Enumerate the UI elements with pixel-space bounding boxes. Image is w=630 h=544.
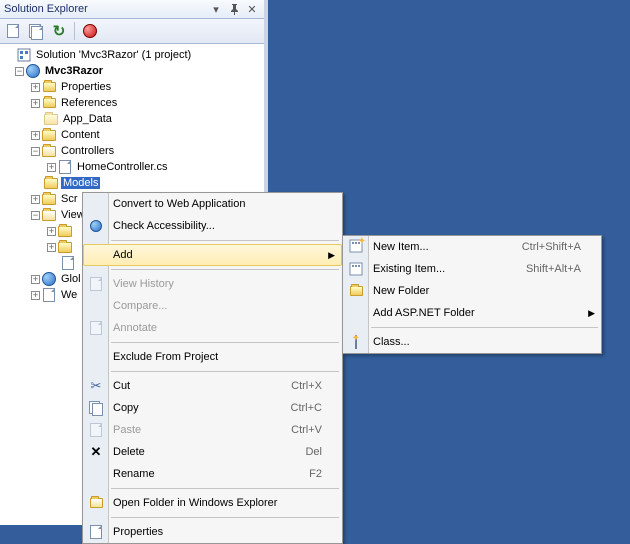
properties-icon [87,523,105,541]
tree-item-selected[interactable]: Models [61,177,100,189]
menu-separator [111,517,339,518]
existing-item-icon [347,260,365,278]
expander-icon[interactable] [3,49,15,61]
close-icon[interactable]: ✕ [244,2,260,16]
properties-icon[interactable] [3,21,23,41]
solution-icon [16,47,32,63]
menu-item-properties[interactable]: Properties [83,521,342,543]
references-icon [41,95,57,111]
menu-item-existing-item[interactable]: Existing Item...Shift+Alt+A [343,258,601,280]
nest-icon[interactable] [80,21,100,41]
menu-item-new-folder[interactable]: New Folder [343,280,601,302]
copy-icon [87,399,105,417]
chevron-right-icon: ▶ [588,308,595,319]
tree-item-label[interactable]: We [59,289,79,301]
panel-title: Solution Explorer [4,3,206,15]
tree-item-label[interactable]: App_Data [61,113,114,125]
tree-item-label[interactable]: Content [59,129,102,141]
menu-item-new-item[interactable]: ✦New Item...Ctrl+Shift+A [343,236,601,258]
chevron-right-icon: ▶ [328,250,335,261]
menu-separator [111,269,339,270]
folder-icon [43,175,59,191]
folder-icon [57,223,73,239]
menu-item-exclude[interactable]: Exclude From Project [83,346,342,368]
folder-icon [41,191,57,207]
menu-separator [371,327,598,328]
menu-item-convert[interactable]: Convert to Web Application [83,193,342,215]
menu-item-asp-folder[interactable]: Add ASP.NET Folder▶ [343,302,601,324]
config-file-icon [60,255,76,271]
folder-open-icon [87,494,105,512]
folder-open-icon [41,143,57,159]
tree-item-label[interactable]: Properties [59,81,113,93]
delete-icon: ✕ [87,443,105,461]
class-icon: ✦ [347,333,365,351]
tree-item-label[interactable]: Glol [59,273,83,285]
project-icon [25,63,41,79]
menu-item-delete[interactable]: ✕DeleteDel [83,441,342,463]
menu-separator [111,488,339,489]
expander-icon[interactable]: + [47,227,56,236]
tree-item-label[interactable]: References [59,97,119,109]
menu-separator [111,240,339,241]
menu-item-copy[interactable]: CopyCtrl+C [83,397,342,419]
project-label[interactable]: Mvc3Razor [43,65,105,77]
tree-item-label[interactable]: Controllers [59,145,116,157]
global-asax-icon [41,271,57,287]
menu-separator [111,371,339,372]
tree-item-label[interactable]: HomeController.cs [75,161,169,173]
show-all-icon[interactable] [26,21,46,41]
csharp-file-icon [57,159,73,175]
blank [47,257,59,269]
menu-item-add[interactable]: Add▶ [83,244,342,266]
expander-icon[interactable]: + [31,195,40,204]
menu-item-paste: PasteCtrl+V [83,419,342,441]
folder-icon [57,239,73,255]
expander-icon[interactable]: − [15,67,24,76]
expander-icon[interactable]: + [31,99,40,108]
paste-icon [87,421,105,439]
menu-item-annotate: Annotate [83,317,342,339]
new-folder-icon [347,282,365,300]
menu-item-cut[interactable]: ✂CutCtrl+X [83,375,342,397]
expander-icon[interactable]: + [31,83,40,92]
refresh-icon[interactable]: ↻ [49,21,69,41]
tree-item-label[interactable]: Scr [59,193,80,205]
menu-item-class[interactable]: ✦Class... [343,331,601,353]
add-submenu: ✦New Item...Ctrl+Shift+A Existing Item..… [342,235,602,354]
expander-icon[interactable]: − [31,147,40,156]
folder-open-icon [41,207,57,223]
annotate-icon [87,319,105,337]
expander-icon[interactable]: − [31,211,40,220]
menu-item-view-history: View History [83,273,342,295]
pin-icon[interactable] [226,2,242,16]
menu-item-rename[interactable]: RenameF2 [83,463,342,485]
expander-icon[interactable]: + [31,131,40,140]
properties-folder-icon [41,79,57,95]
expander-icon[interactable]: + [47,243,56,252]
accessibility-icon [87,217,105,235]
panel-toolbar: ↻ [0,19,264,44]
config-file-icon [41,287,57,303]
expander-icon[interactable]: + [31,275,40,284]
solution-label[interactable]: Solution 'Mvc3Razor' (1 project) [34,49,193,61]
folder-icon [41,127,57,143]
dropdown-icon[interactable]: ▾ [208,2,224,16]
cut-icon: ✂ [87,377,105,395]
panel-title-bar: Solution Explorer ▾ ✕ [0,0,264,19]
menu-separator [111,342,339,343]
menu-item-check-accessibility[interactable]: Check Accessibility... [83,215,342,237]
expander-icon[interactable]: + [31,291,40,300]
history-icon [87,275,105,293]
folder-icon [43,111,59,127]
menu-item-open-folder[interactable]: Open Folder in Windows Explorer [83,492,342,514]
new-item-icon: ✦ [347,238,365,256]
menu-item-compare: Compare... [83,295,342,317]
context-menu: Convert to Web Application Check Accessi… [82,192,343,544]
toolbar-separator [74,22,75,40]
expander-icon[interactable]: + [47,163,56,172]
